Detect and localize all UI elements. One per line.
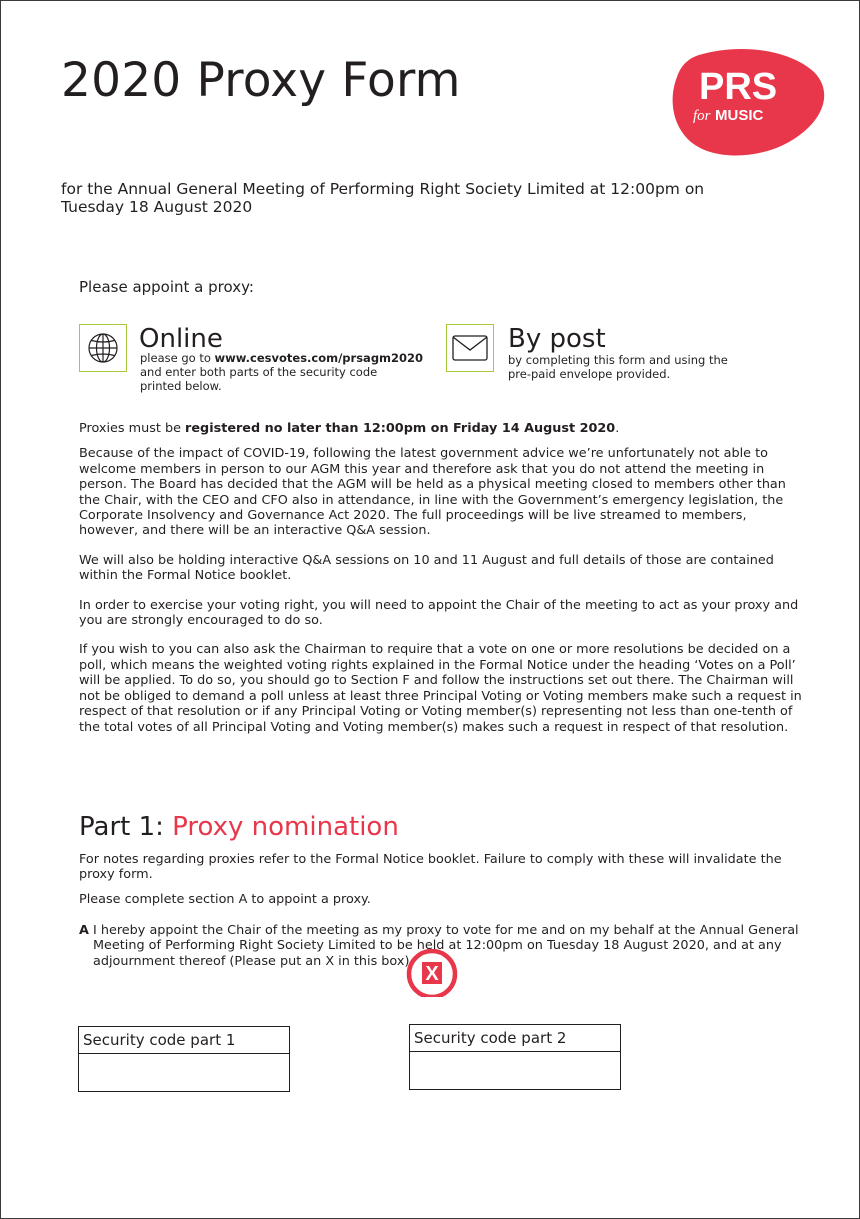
security-code-1-label: Security code part 1 <box>79 1027 289 1054</box>
online-rest: and enter both parts of the security cod… <box>140 365 378 393</box>
deadline-prefix: Proxies must be <box>79 421 186 436</box>
post-title: By post <box>508 324 606 354</box>
online-instructions: please go to www.cesvotes.com/prsagm2020… <box>140 351 430 393</box>
online-url-link[interactable]: www.cesvotes.com/prsagm2020 <box>215 351 424 365</box>
online-method: Online please go to www.cesvotes.com/prs… <box>79 324 439 399</box>
poll-paragraph: If you wish to you can also ask the Chai… <box>79 642 802 735</box>
part1-prefix: Part 1: <box>79 812 173 842</box>
envelope-icon <box>446 324 494 372</box>
security-code-1: Security code part 1 <box>78 1026 290 1092</box>
post-method: By post by completing this form and usin… <box>446 324 776 384</box>
proxy-info-text: Proxies must be registered no later than… <box>79 421 809 749</box>
section-a-letter: A <box>79 923 89 938</box>
deadline-notice: Proxies must be registered no later than… <box>79 421 809 436</box>
online-title: Online <box>139 324 223 354</box>
security-code-2-label: Security code part 2 <box>410 1025 620 1052</box>
meeting-subtitle: for the Annual General Meeting of Perfor… <box>61 180 705 216</box>
part1-heading: Part 1: Proxy nomination <box>79 812 399 842</box>
logo-music-text: MUSIC <box>715 107 764 124</box>
online-prefix: please go to <box>140 351 215 365</box>
deadline-suffix: . <box>615 421 620 436</box>
part1-title: Proxy nomination <box>172 812 399 842</box>
logo-prs-text: PRS <box>699 66 777 108</box>
globe-icon <box>79 324 127 372</box>
covid-paragraph: Because of the impact of COVID-19, follo… <box>79 446 786 539</box>
security-code-2: Security code part 2 <box>409 1024 621 1090</box>
post-instructions: by completing this form and using the pr… <box>508 353 728 381</box>
proxy-notes-text: For notes regarding proxies refer to the… <box>79 852 782 883</box>
prs-for-music-logo: PRS for MUSIC <box>672 48 825 156</box>
logo-for-text: for <box>693 108 711 124</box>
section-instruction: Please complete section A to appoint a p… <box>79 891 371 907</box>
checkbox-x-mark: X <box>425 963 439 985</box>
appoint-chair-checkbox[interactable]: X <box>405 949 459 997</box>
voting-right-paragraph: In order to exercise your voting right, … <box>79 597 799 629</box>
page-title: 2020 Proxy Form <box>61 53 461 108</box>
appoint-label: Please appoint a proxy: <box>79 278 254 296</box>
security-code-2-input[interactable] <box>410 1052 620 1089</box>
qa-paragraph: We will also be holding interactive Q&A … <box>79 552 774 584</box>
security-code-1-input[interactable] <box>79 1054 289 1091</box>
proxy-form-page: 2020 Proxy Form PRS for MUSIC for the An… <box>0 0 860 1219</box>
part1-notes: For notes regarding proxies refer to the… <box>79 852 789 916</box>
deadline-date: registered no later than 12:00pm on Frid… <box>185 421 616 436</box>
